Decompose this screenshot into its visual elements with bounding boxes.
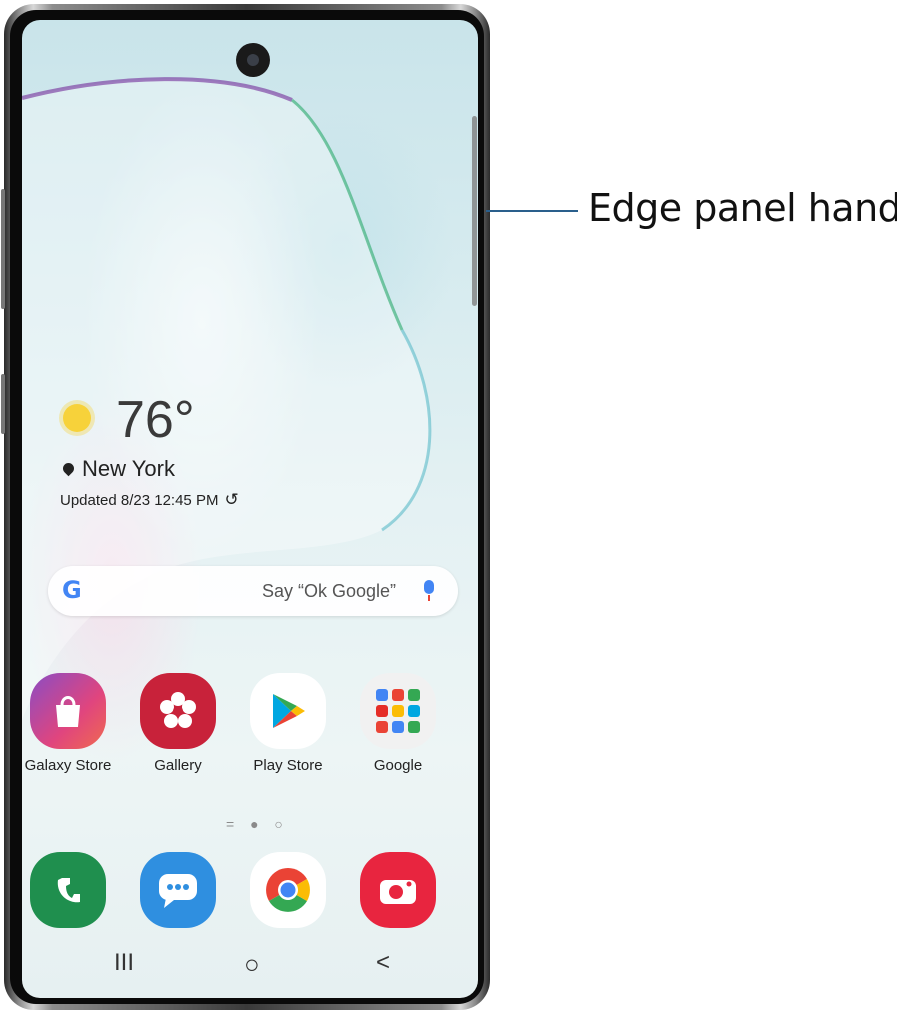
home-screen: 76° New York Updated 8/23 12:45 PM ↺ G Sa… [22,20,478,998]
phone-frame: 76° New York Updated 8/23 12:45 PM ↺ G Sa… [1,4,490,1010]
play-triangle-glyph [273,694,305,728]
dock-chrome[interactable] [238,852,338,928]
google-folder-icon [360,673,436,749]
search-hint: Say “Ok Google” [261,581,396,601]
app-label: Play Store [253,757,323,774]
location-text: New York [82,456,175,481]
refresh-icon[interactable]: ↺ [224,490,238,510]
updated-text: Updated 8/23 12:45 PM [60,492,219,509]
side-key [1,374,5,434]
app-label: Gallery [154,757,202,774]
front-camera [236,43,270,77]
app-google-folder[interactable]: Google [348,673,448,774]
location-pin-icon [60,460,77,477]
back-button[interactable]: < [376,949,390,977]
navigation-bar: III ○ < [22,949,478,989]
folder-mini-icons [376,689,420,733]
handset-glyph [57,878,80,903]
chrome-logo-glyph [266,868,310,912]
weather-location: New York [60,456,175,482]
app-label: Google [373,757,423,774]
weather-updated: Updated 8/23 12:45 PM ↺ [60,490,239,510]
dock-phone[interactable] [22,852,118,928]
galaxy-store-icon [30,673,106,749]
flower-glyph [160,692,196,728]
chrome-icon [250,852,326,928]
mic-icon[interactable] [424,580,434,601]
dock-camera[interactable] [348,852,448,928]
sun-icon [63,404,91,432]
messages-icon [140,852,216,928]
recents-button[interactable]: III [114,949,134,977]
page-indicator[interactable]: = ● ○ [226,816,289,832]
google-g-icon: G [62,576,82,604]
app-galaxy-store[interactable]: Galaxy Store [22,673,118,774]
play-store-icon [250,673,326,749]
app-play-store[interactable]: Play Store [238,673,338,774]
phone-icon [30,852,106,928]
camera-glyph [380,880,416,904]
camera-icon [360,852,436,928]
google-search-bar[interactable]: G Say “Ok Google” [48,566,458,616]
edge-panel-handle[interactable] [472,116,477,306]
chat-bubble-glyph [159,874,197,908]
volume-button [1,189,5,309]
weather-temperature: 76° [116,391,195,449]
home-button[interactable]: ○ [244,949,260,980]
app-label: Galaxy Store [24,757,112,774]
callout-line [486,210,578,212]
gallery-icon [140,673,216,749]
app-gallery[interactable]: Gallery [128,673,228,774]
shopping-bag-glyph [56,696,80,727]
callout-label: Edge panel handle [588,186,897,230]
dock-messages[interactable] [128,852,228,928]
